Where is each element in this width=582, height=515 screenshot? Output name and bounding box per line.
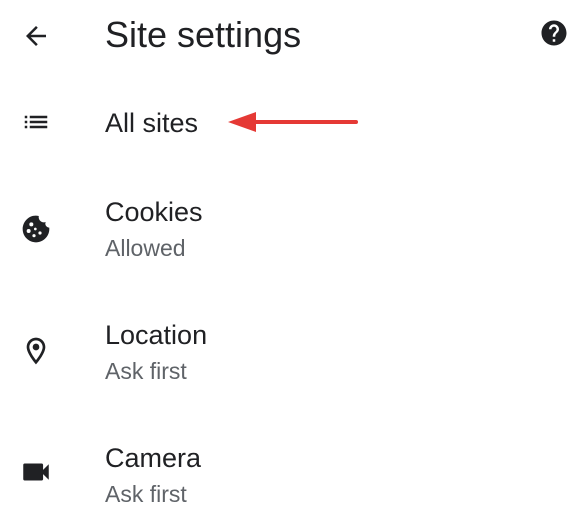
help-icon [541,20,567,46]
videocam-icon [16,452,56,492]
list-icon [16,102,56,142]
list-item-title: Location [105,320,208,350]
list-item-title: Camera [105,443,202,473]
cookie-icon [16,209,56,249]
list-item-location[interactable]: Location Ask first [0,311,582,391]
annotation-arrow-icon [228,112,358,132]
list-item-status: Ask first [105,481,187,507]
list-item-status: Allowed [105,235,186,261]
list-item-title: All sites [105,108,199,138]
list-item-cookies[interactable]: Cookies Allowed [0,188,582,268]
list-item-camera[interactable]: Camera Ask first [0,434,582,514]
app-bar: Site settings [0,0,582,72]
list-item-title: Cookies [105,197,203,227]
arrow-back-icon [26,26,46,46]
location-pin-icon [16,331,56,371]
list-item-status: Ask first [105,358,187,384]
back-button[interactable] [14,14,58,58]
help-button[interactable] [534,13,574,53]
page-title: Site settings [105,14,302,55]
